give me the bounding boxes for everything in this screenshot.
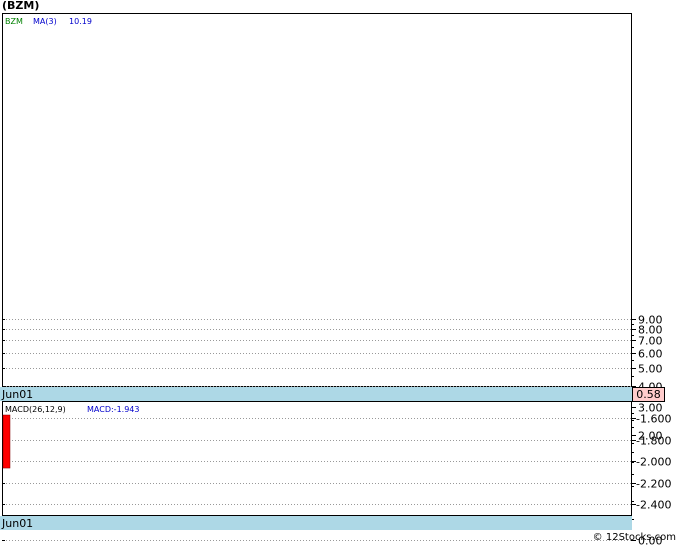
chart-canvas: 9.008.007.006.005.004.003.002.000.00 BZM… — [0, 13, 671, 546]
price-date-strip — [0, 387, 632, 401]
site-credit: © 12Stocks.com — [592, 532, 676, 543]
macd-tick-label: -2.000 — [636, 456, 671, 469]
macd-date-strip — [0, 516, 632, 530]
last-value-badge-text: 0.58 — [636, 388, 661, 401]
macd-tick-label: -1.600 — [636, 413, 671, 426]
price-tick-label: 6.00 — [638, 348, 663, 361]
price-tick-label: 5.00 — [638, 363, 663, 376]
macd-tick-label: -2.200 — [636, 478, 671, 491]
macd-panel: -1.600 -1.800 -2.000 -2.200 -2.400 MACD(26,1… — [0, 401, 671, 530]
price-tick-label: 7.00 — [638, 335, 663, 348]
price-plot-area — [2, 13, 632, 387]
price-legend-ma-label: MA(3) — [33, 17, 57, 26]
macd-tick-label: -1.800 — [636, 435, 671, 448]
price-date-label: Jun01 — [1, 388, 33, 401]
macd-tick-label: -2.400 — [636, 499, 671, 512]
macd-legend-params: MACD(26,12,9) — [5, 405, 66, 414]
macd-bar — [2, 414, 11, 469]
macd-bars — [2, 414, 11, 469]
price-legend-symbol: BZM — [5, 17, 23, 26]
macd-date-label: Jun01 — [1, 517, 33, 530]
price-legend-ma-value: 10.19 — [69, 17, 92, 26]
macd-legend-value: MACD:-1.943 — [87, 405, 139, 414]
